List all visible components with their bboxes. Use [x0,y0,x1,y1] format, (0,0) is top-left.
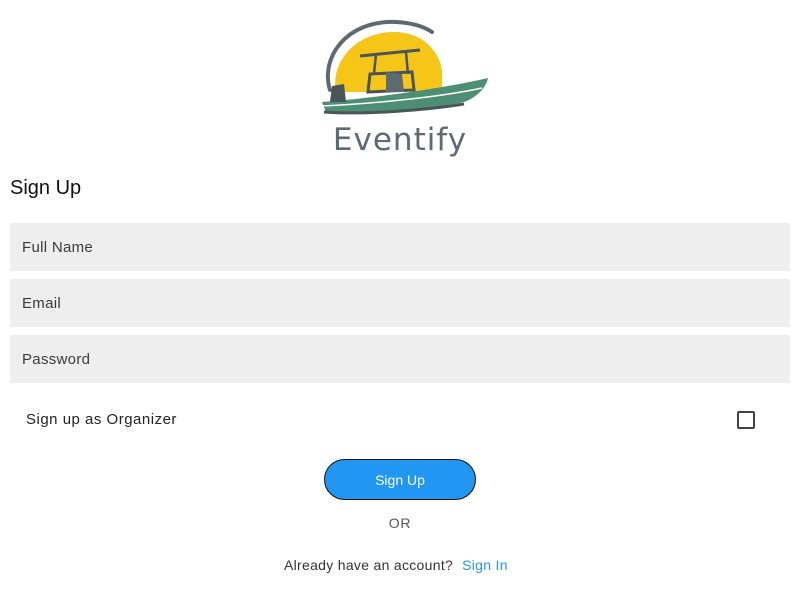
logo-text: Eventify [332,122,468,158]
organizer-label: Sign up as Organizer [26,411,177,428]
account-prompt-text: Already have an account? [284,557,454,573]
page-title: Sign Up [10,177,82,199]
signin-prompt: Already have an account? Sign In [284,557,508,573]
or-divider: OR [388,515,412,531]
organizer-option: Sign up as Organizer [10,400,790,440]
signup-screen: Eventify Sign Up Sign up as Organizer Si… [0,0,800,600]
sign-up-button[interactable]: Sign Up [324,459,476,500]
organizer-checkbox[interactable] [737,411,755,429]
app-logo: Eventify [0,14,800,158]
email-input[interactable] [10,279,790,327]
sign-in-link[interactable]: Sign In [462,557,508,573]
boat-sunset-logo-icon [321,19,488,115]
full-name-input[interactable] [10,223,790,271]
password-input[interactable] [10,335,790,383]
